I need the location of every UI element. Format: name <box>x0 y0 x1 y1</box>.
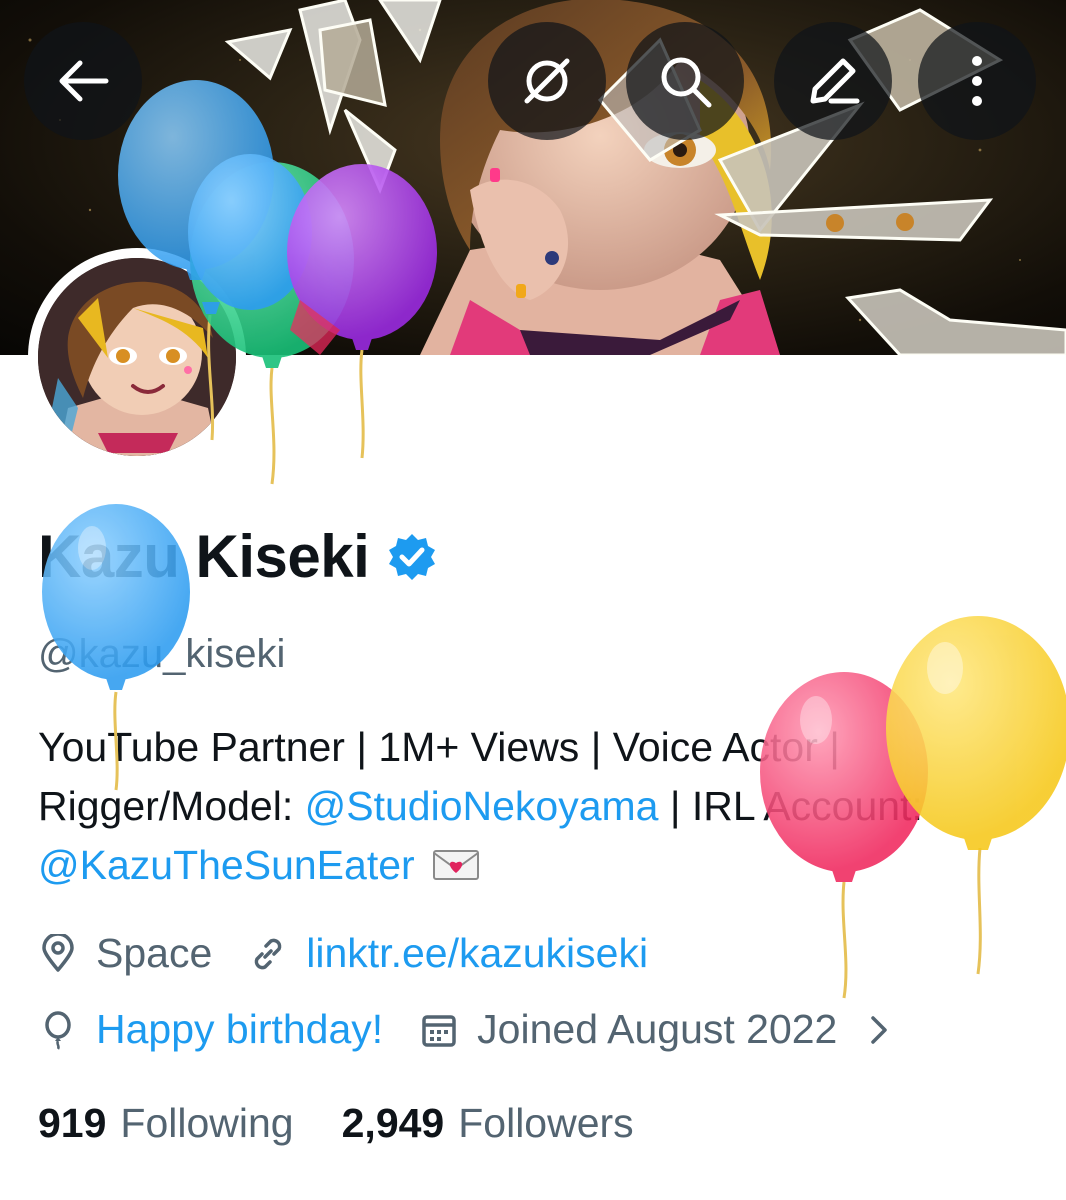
display-name: Kazu Kiseki <box>38 523 370 590</box>
bio-text: | IRL Account: <box>658 783 923 829</box>
grok-button[interactable] <box>488 22 606 140</box>
joined-text: Joined August 2022 <box>477 1006 838 1052</box>
following-count[interactable]: 919 <box>38 1100 106 1147</box>
followers-label[interactable]: Followers <box>458 1100 633 1147</box>
avatar[interactable] <box>28 248 246 466</box>
location-text: Space <box>96 930 213 976</box>
bio: YouTube Partner | 1M+ Views | Voice Acto… <box>38 718 1038 895</box>
follow-stats: 919 Following 2,949 Followers <box>38 1100 634 1147</box>
bio-line-3: @KazuTheSunEater <box>38 836 1038 895</box>
mention-link[interactable]: @StudioNekoyama <box>305 783 659 829</box>
more-button[interactable] <box>918 22 1036 140</box>
link-icon <box>254 938 282 969</box>
edit-icon <box>810 58 860 104</box>
love-letter-icon <box>433 850 480 880</box>
more-vertical-icon <box>972 56 982 106</box>
bio-line-1: YouTube Partner | 1M+ Views | Voice Acto… <box>38 724 840 770</box>
search-icon <box>661 57 712 108</box>
following-label[interactable]: Following <box>120 1100 293 1147</box>
bio-line-2: Rigger/Model: @StudioNekoyama | IRL Acco… <box>38 777 1038 836</box>
mention-link[interactable]: @KazuTheSunEater <box>38 842 415 888</box>
avatar-image <box>38 258 236 456</box>
back-button[interactable] <box>24 22 142 140</box>
location-pin-icon <box>42 933 74 972</box>
meta-row-dates: Happy birthday! Joined August 2022 <box>38 1006 893 1053</box>
verified-badge-icon[interactable] <box>387 532 437 582</box>
meta-row-location: Space linktr.ee/kazukiseki <box>38 930 648 977</box>
website-link[interactable]: linktr.ee/kazukiseki <box>306 930 648 977</box>
search-button[interactable] <box>626 22 744 140</box>
bio-text: Rigger/Model: <box>38 783 305 829</box>
followers-count[interactable]: 2,949 <box>342 1100 445 1147</box>
chevron-right-icon[interactable] <box>863 1010 893 1050</box>
calendar-icon <box>422 1014 456 1047</box>
edit-button[interactable] <box>774 22 892 140</box>
birthday-text[interactable]: Happy birthday! <box>96 1006 383 1053</box>
arrow-left-icon <box>59 60 109 102</box>
balloon-icon <box>45 1010 71 1050</box>
name-row: Kazu Kiseki <box>38 522 437 591</box>
handle: @kazu_kiseki <box>38 632 286 676</box>
grok-icon <box>524 58 570 104</box>
